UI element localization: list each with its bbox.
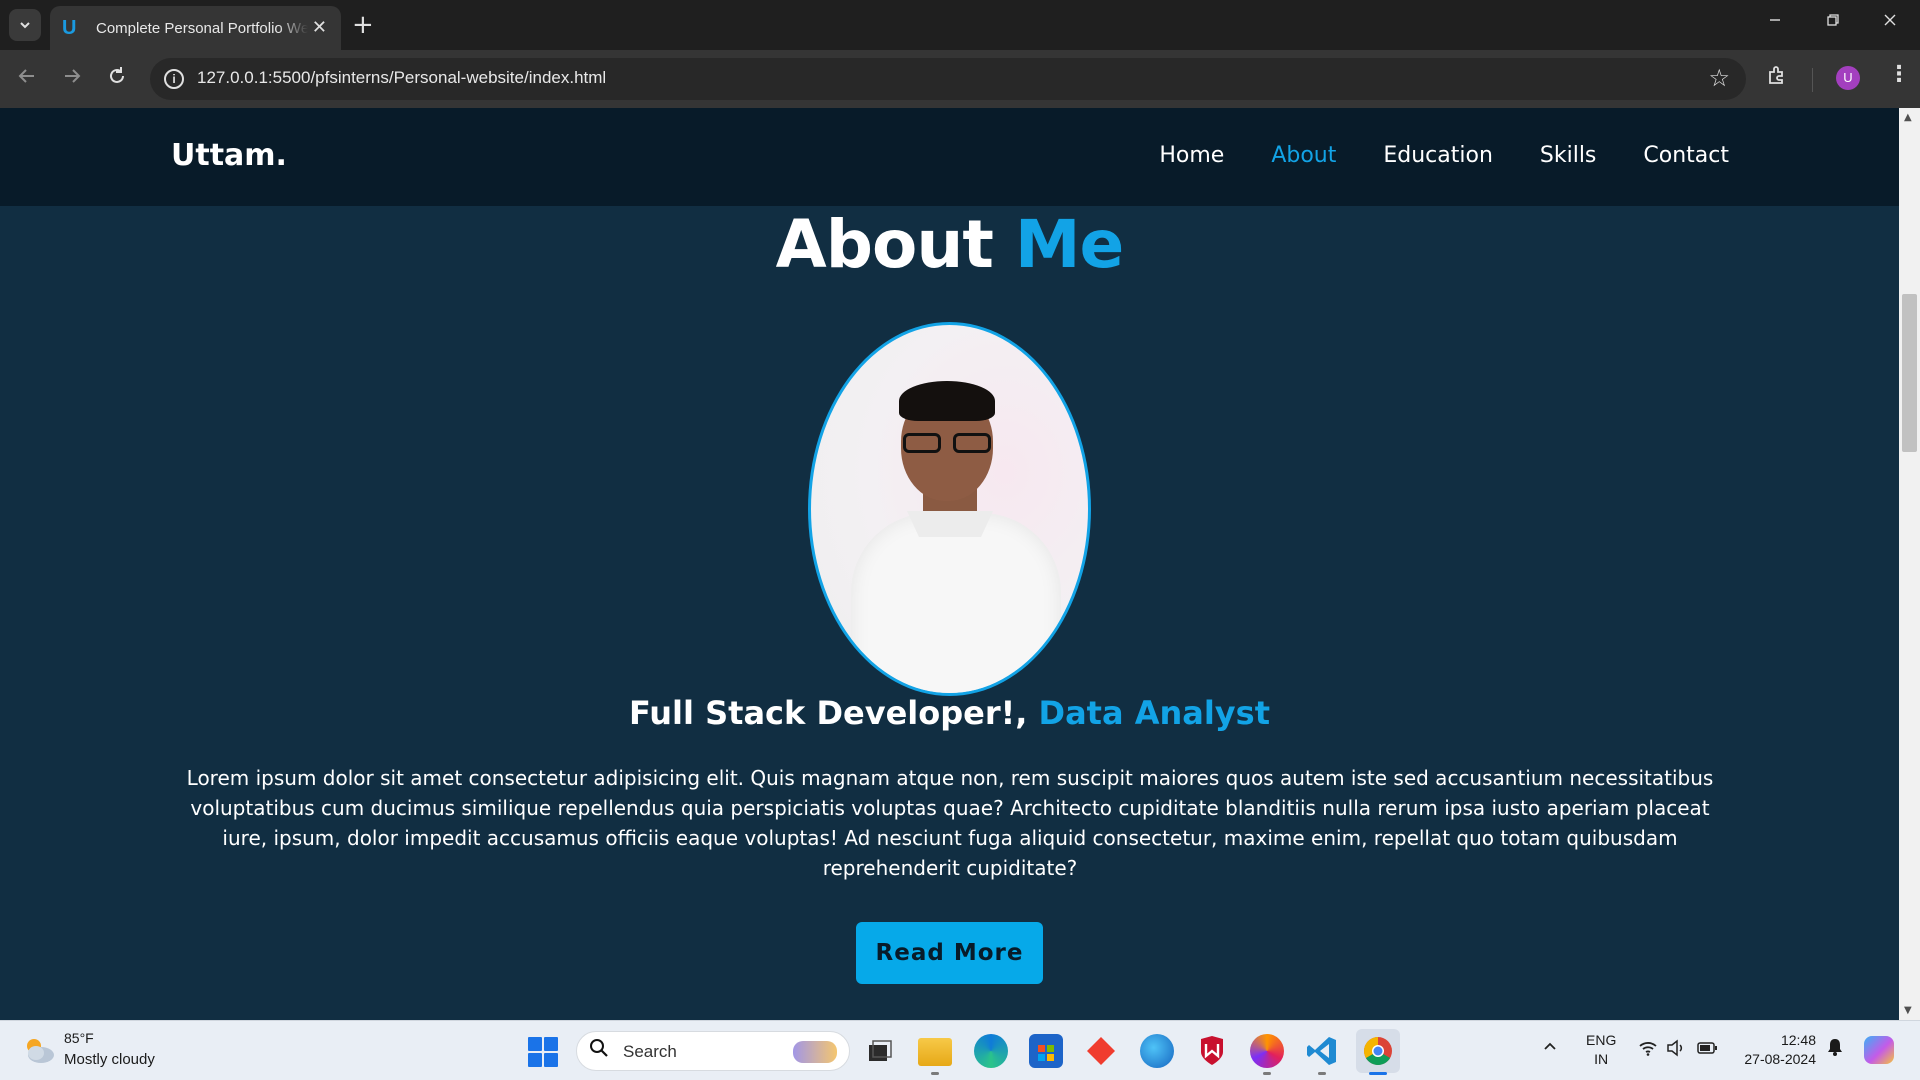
nav-contact[interactable]: Contact	[1643, 143, 1729, 168]
scroll-up-icon[interactable]: ▲	[1904, 112, 1912, 123]
wifi-icon[interactable]	[1638, 1039, 1658, 1062]
system-clock[interactable]: 12:48 27-08-2024	[1734, 1031, 1816, 1069]
task-view-icon[interactable]	[862, 1034, 896, 1068]
region-code: IN	[1594, 1051, 1609, 1067]
battery-icon[interactable]	[1696, 1039, 1718, 1062]
tab-favicon-icon: U	[62, 16, 77, 39]
browser-tab[interactable]: U Complete Personal Portfolio Website ✕	[50, 6, 341, 50]
tab-title: Complete Personal Portfolio Website	[96, 19, 308, 37]
photo-collar	[907, 511, 993, 541]
page-scrollbar[interactable]: ▲ ▼	[1899, 108, 1920, 1020]
extensions-icon[interactable]	[1766, 64, 1788, 92]
read-more-button[interactable]: Read More	[856, 922, 1043, 984]
notification-bell-icon[interactable]	[1826, 1037, 1844, 1062]
search-highlight-icon	[793, 1041, 837, 1063]
nav-skills[interactable]: Skills	[1540, 143, 1597, 168]
chrome-taskbar-button[interactable]	[1356, 1029, 1400, 1073]
profile-avatar[interactable]: U	[1836, 66, 1860, 90]
search-icon	[589, 1038, 609, 1063]
scroll-thumb[interactable]	[1902, 294, 1917, 452]
chrome-indicator	[1369, 1072, 1387, 1075]
role-heading: Full Stack Developer!, Data Analyst	[0, 694, 1899, 732]
role-highlight: Data Analyst	[1038, 694, 1271, 732]
file-explorer-indicator	[931, 1072, 939, 1075]
nav-education[interactable]: Education	[1383, 143, 1493, 168]
back-icon[interactable]	[16, 65, 38, 94]
tab-list-button[interactable]	[9, 9, 41, 41]
restore-icon[interactable]	[1826, 12, 1840, 31]
site-logo[interactable]: Uttam.	[171, 138, 287, 173]
app-icon[interactable]	[1140, 1034, 1174, 1068]
page-viewport: Uttam. Home About Education Skills Conta…	[0, 108, 1899, 1020]
firefox-indicator	[1263, 1072, 1271, 1075]
language-indicator[interactable]: ENG IN	[1586, 1031, 1616, 1069]
about-heading-text: About	[775, 206, 1015, 283]
mcafee-icon[interactable]	[1195, 1034, 1229, 1068]
volume-icon[interactable]	[1666, 1039, 1686, 1062]
clock-date: 27-08-2024	[1744, 1051, 1816, 1067]
microsoft-store-icon[interactable]	[1029, 1034, 1063, 1068]
about-heading: About Me	[0, 206, 1899, 283]
role-text: Full Stack Developer!,	[628, 694, 1039, 732]
nav-about[interactable]: About	[1271, 143, 1336, 168]
scroll-down-icon[interactable]: ▼	[1904, 1005, 1912, 1016]
close-icon[interactable]	[1883, 12, 1897, 31]
chevron-down-icon	[20, 22, 30, 29]
site-header: Uttam. Home About Education Skills Conta…	[0, 108, 1899, 206]
profile-photo	[808, 322, 1091, 696]
taskbar-search[interactable]: Search	[576, 1031, 850, 1071]
photo-hair	[899, 381, 995, 421]
minimize-icon[interactable]	[1768, 12, 1782, 31]
about-paragraph: Lorem ipsum dolor sit amet consectetur a…	[186, 766, 1714, 880]
language-code: ENG	[1586, 1032, 1617, 1048]
windows-start-icon[interactable]	[528, 1037, 558, 1067]
clock-time: 12:48	[1780, 1032, 1816, 1048]
photo-glasses	[903, 433, 991, 455]
windows-taskbar: 85°F Mostly cloudy Search ENG IN 12:48 2…	[0, 1020, 1920, 1080]
chevron-up-icon[interactable]	[1542, 1039, 1558, 1060]
edge-icon[interactable]	[974, 1034, 1008, 1068]
firefox-icon[interactable]	[1250, 1034, 1284, 1068]
toolbar-divider	[1812, 68, 1813, 92]
menu-icon[interactable]: ⋮	[1888, 62, 1910, 87]
tab-close-icon[interactable]: ✕	[312, 17, 327, 38]
copilot-icon[interactable]	[1864, 1036, 1894, 1064]
main-nav: Home About Education Skills Contact	[1159, 143, 1729, 168]
browser-toolbar: i 127.0.0.1:5500/pfsinterns/Personal-web…	[0, 50, 1920, 108]
chrome-icon	[1364, 1037, 1392, 1065]
weather-description[interactable]: Mostly cloudy	[64, 1051, 155, 1068]
vscode-icon[interactable]	[1305, 1034, 1339, 1068]
git-icon[interactable]	[1084, 1034, 1118, 1068]
search-placeholder: Search	[623, 1042, 677, 1061]
site-info-icon[interactable]: i	[164, 69, 184, 89]
url-text[interactable]: 127.0.0.1:5500/pfsinterns/Personal-websi…	[197, 68, 606, 88]
address-bar[interactable]: i 127.0.0.1:5500/pfsinterns/Personal-web…	[150, 58, 1746, 100]
about-heading-highlight: Me	[1014, 206, 1124, 283]
bookmark-star-icon[interactable]: ☆	[1708, 64, 1730, 92]
new-tab-button[interactable]: +	[352, 10, 374, 40]
weather-cloud-icon[interactable]	[22, 1035, 56, 1065]
file-explorer-icon[interactable]	[918, 1038, 952, 1066]
vscode-indicator	[1318, 1072, 1326, 1075]
forward-icon[interactable]	[61, 65, 83, 94]
nav-home[interactable]: Home	[1159, 143, 1224, 168]
weather-temperature[interactable]: 85°F	[64, 1030, 94, 1046]
reload-icon[interactable]	[106, 65, 128, 94]
browser-tab-bar: U Complete Personal Portfolio Website ✕ …	[0, 0, 1920, 50]
